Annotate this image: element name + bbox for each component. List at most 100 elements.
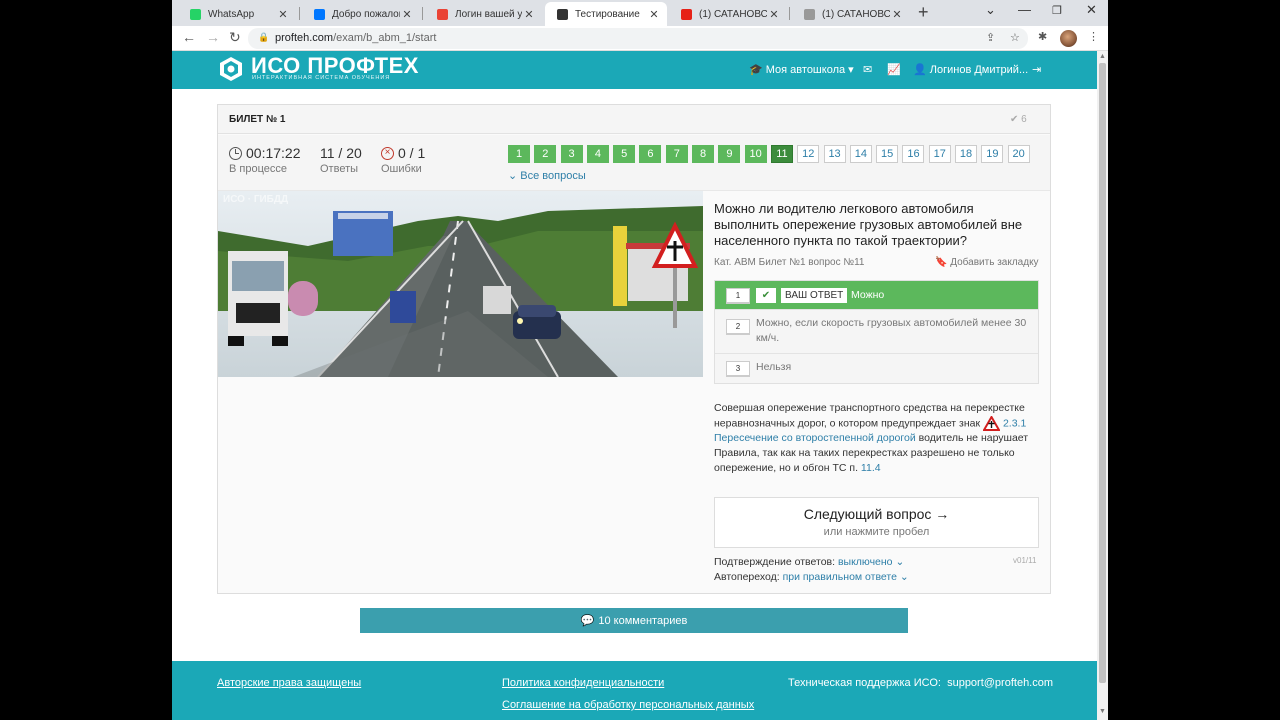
- minimize-button[interactable]: —: [1018, 2, 1031, 17]
- reload-icon[interactable]: ↻: [229, 29, 241, 46]
- share-icon[interactable]: ⇪: [986, 31, 995, 44]
- stats-panel: 00:17:22 В процессе 11 / 20 Ответы × 0 / …: [218, 135, 1050, 191]
- browser-tab[interactable]: Логин вашей учетн✕: [425, 2, 542, 26]
- site-footer: Авторские права защищены Политика конфид…: [172, 661, 1097, 720]
- consent-link[interactable]: Соглашение на обработку персональных дан…: [502, 699, 754, 711]
- question-number-2[interactable]: 2: [534, 145, 557, 163]
- check-icon: ✔: [1010, 114, 1019, 125]
- youtube-icon: [681, 8, 692, 20]
- graduation-cap-icon: 🎓: [749, 64, 763, 76]
- tab-close-icon[interactable]: ✕: [522, 8, 536, 21]
- mail-icon[interactable]: ✉: [863, 63, 872, 76]
- autonext-dropdown[interactable]: при правильном ответе ⌄: [783, 571, 909, 583]
- question-number-6[interactable]: 6: [639, 145, 662, 163]
- browser-tab[interactable]: (1) САТАНОВСКИЙ✕: [792, 2, 910, 26]
- question-number-15[interactable]: 15: [876, 145, 899, 163]
- question-number-12[interactable]: 12: [797, 145, 820, 163]
- clock-icon: [229, 146, 242, 160]
- answer-text: Можно, если скорость грузовых автомобиле…: [756, 317, 1027, 344]
- ticket-header: БИЛЕТ № 1 ✔ 6: [218, 105, 1050, 134]
- question-number-10[interactable]: 10: [744, 145, 767, 163]
- answer-option-1[interactable]: 1 ✔ ВАШ ОТВЕТ Можно: [715, 281, 1038, 310]
- restore-button[interactable]: ❐: [1052, 4, 1062, 17]
- add-bookmark-link[interactable]: 🔖 Добавить закладку: [935, 257, 1039, 268]
- lock-icon: 🔒: [258, 32, 270, 42]
- question-number-20[interactable]: 20: [1007, 145, 1030, 163]
- school-menu[interactable]: 🎓 Моя автошкола ▾: [749, 63, 854, 76]
- scroll-up-icon[interactable]: ▲: [1099, 53, 1106, 60]
- tab-close-icon[interactable]: ✕: [647, 8, 661, 21]
- next-question-button[interactable]: Следующий вопрос → или нажмите пробел: [714, 497, 1039, 548]
- user-menu[interactable]: 👤 Логинов Дмитрий...: [913, 63, 1028, 76]
- tab-title: (1) САТАНОВСКИЙ: [822, 8, 890, 20]
- close-window-button[interactable]: ✕: [1086, 2, 1097, 18]
- profile-avatar[interactable]: [1060, 30, 1077, 47]
- confirm-dropdown[interactable]: выключено ⌄: [838, 556, 904, 568]
- browser-tab[interactable]: Добро пожаловать✕: [302, 2, 420, 26]
- comments-button[interactable]: 💬 10 комментариев: [360, 608, 908, 633]
- forward-arrow-icon[interactable]: →: [206, 29, 220, 45]
- stats-chart-icon[interactable]: 📈: [887, 63, 901, 76]
- new-tab-button[interactable]: +: [918, 2, 929, 23]
- all-questions-toggle[interactable]: ⌄ Все вопросы: [508, 169, 586, 182]
- tab-search-icon[interactable]: ⌄: [985, 2, 996, 18]
- question-number-9[interactable]: 9: [718, 145, 741, 163]
- scroll-down-icon[interactable]: ▼: [1099, 708, 1106, 715]
- logout-icon[interactable]: ⇥: [1032, 63, 1041, 76]
- checkmark-icon: ✔: [756, 288, 776, 303]
- question-number-13[interactable]: 13: [823, 145, 846, 163]
- answer-option-2[interactable]: 2 Можно, если скорость грузовых автомоби…: [715, 310, 1038, 354]
- support-info: Техническая поддержка ИСО: support@proft…: [788, 677, 1054, 689]
- menu-dots-icon[interactable]: ⋮: [1088, 30, 1099, 43]
- question-number-3[interactable]: 3: [560, 145, 583, 163]
- browser-tab[interactable]: (1) САТАНОВСКИЙ✕: [669, 2, 787, 26]
- question-number-5[interactable]: 5: [613, 145, 636, 163]
- version-label: v01/11: [1013, 556, 1037, 565]
- answer-option-3[interactable]: 3 Нельзя: [715, 354, 1038, 383]
- tab-close-icon[interactable]: ✕: [276, 8, 290, 21]
- browser-tab[interactable]: Тестирование ✕: [545, 2, 667, 26]
- confirm-setting: Подтверждение ответов: выключено ⌄: [714, 556, 905, 568]
- answer-text: Можно: [851, 289, 885, 301]
- extensions-icon[interactable]: ✱: [1038, 30, 1047, 43]
- support-email[interactable]: support@profteh.com: [947, 677, 1053, 689]
- scroll-thumb[interactable]: [1099, 63, 1106, 683]
- timer-stat: 00:17:22 В процессе: [229, 145, 301, 175]
- question-number-14[interactable]: 14: [849, 145, 872, 163]
- image-watermark: ИСО · ГИБДД: [223, 194, 289, 205]
- audio-icon: [804, 8, 815, 20]
- star-icon[interactable]: ☆: [1010, 31, 1020, 44]
- question-number-7[interactable]: 7: [665, 145, 688, 163]
- question-number-18[interactable]: 18: [955, 145, 978, 163]
- question-number-11[interactable]: 11: [770, 145, 793, 163]
- question-number-16[interactable]: 16: [902, 145, 925, 163]
- question-number-1[interactable]: 1: [508, 145, 530, 163]
- question-number-8[interactable]: 8: [692, 145, 715, 163]
- address-bar-row: ← → ↻ 🔒 profteh.com/exam/b_abm_1/start ⇪…: [172, 26, 1108, 51]
- answer-number: 3: [726, 361, 750, 376]
- answer-number: 2: [726, 319, 750, 334]
- tab-close-icon[interactable]: ✕: [890, 8, 904, 21]
- logo-title[interactable]: ИСО ПРОФТЕХ: [251, 55, 419, 77]
- ticket-title: БИЛЕТ № 1: [229, 114, 286, 125]
- done-counter: ✔ 6: [1010, 114, 1027, 125]
- bookmark-icon: 🔖: [935, 257, 948, 268]
- omnibox[interactable]: 🔒 profteh.com/exam/b_abm_1/start ⇪ ☆: [248, 28, 1028, 49]
- rule-link[interactable]: 11.4: [861, 462, 881, 474]
- logo-icon[interactable]: [218, 56, 244, 82]
- tab-close-icon[interactable]: ✕: [400, 8, 414, 21]
- comments-icon: 💬: [580, 615, 595, 627]
- question-number-4[interactable]: 4: [586, 145, 609, 163]
- copyright-link[interactable]: Авторские права защищены: [217, 677, 361, 689]
- page-scrollbar[interactable]: ▲ ▼: [1097, 51, 1108, 720]
- back-arrow-icon[interactable]: ←: [182, 29, 196, 45]
- privacy-link[interactable]: Политика конфиденциальности: [502, 677, 664, 689]
- question-nav: 1 2 3 4 5 6 7 8 9 10 11 12 13 14 15 16 17 18 19 20: [508, 145, 1030, 163]
- tab-title: Логин вашей учетн: [455, 8, 522, 20]
- question-number-17[interactable]: 17: [928, 145, 951, 163]
- tab-close-icon[interactable]: ✕: [767, 8, 781, 21]
- answers-stat: 11 / 20 Ответы: [320, 145, 362, 175]
- question-number-19[interactable]: 19: [981, 145, 1004, 163]
- browser-tab[interactable]: WhatsApp ✕: [178, 2, 296, 26]
- url-text[interactable]: profteh.com/exam/b_abm_1/start: [275, 32, 436, 44]
